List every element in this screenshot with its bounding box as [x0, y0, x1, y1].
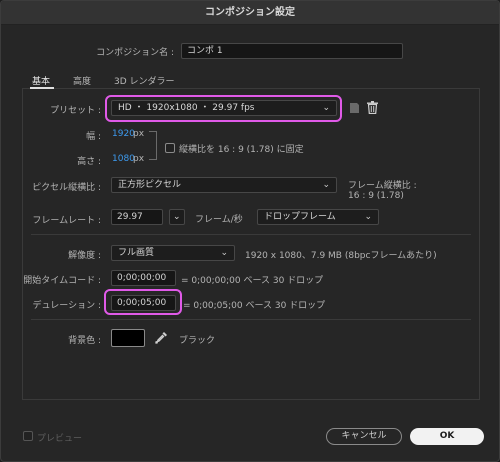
resolution-value: フル画質 [118, 248, 155, 258]
cancel-button[interactable]: キャンセル [326, 428, 402, 445]
resolution-dropdown[interactable]: フル画質 ⌄ [111, 245, 235, 261]
resolution-label: 解像度 : [68, 251, 101, 261]
pixel-aspect-value: 正方形ピクセル [118, 180, 182, 190]
frame-aspect-label: フレーム縦横比 : [348, 181, 417, 191]
pixel-aspect-label: ピクセル縦横比 : [32, 183, 101, 193]
aspect-lock-checkbox[interactable] [165, 143, 175, 153]
aspect-lock-label: 縦横比を 16 : 9 (1.78) に固定 [179, 145, 304, 155]
tab-active-underline [30, 87, 54, 89]
tab-basic[interactable]: 基本 [32, 74, 50, 87]
height-label: 高さ : [77, 157, 101, 167]
background-color-label: 背景色 : [68, 336, 101, 346]
frame-aspect-value: 16 : 9 (1.78) [348, 191, 404, 201]
frame-rate-presets-dropdown[interactable]: ⌄ [169, 209, 185, 225]
preview-label: プレビュー [37, 434, 83, 444]
chevron-down-icon: ⌄ [220, 248, 228, 258]
dialog-title: コンポジション設定 [1, 1, 499, 25]
frame-rate-unit: フレーム/秒 [195, 215, 243, 225]
resolution-info: 1920 x 1080、7.9 MB (8bpcフレームあたり) [245, 251, 437, 261]
ok-button[interactable]: OK [410, 428, 484, 445]
drop-frame-value: ドロップフレーム [264, 212, 336, 222]
frame-rate-label: フレームレート : [32, 216, 101, 226]
start-timecode-label: 開始タイムコード : [23, 276, 101, 286]
width-label: 幅 : [86, 132, 101, 142]
start-timecode-input[interactable]: 0;00;00;00 [111, 270, 176, 286]
chevron-down-icon: ⌄ [364, 212, 372, 222]
chevron-down-icon: ⌄ [322, 180, 330, 190]
comp-name-label: コンポジション名 : [96, 48, 174, 58]
preview-checkbox[interactable] [23, 431, 33, 441]
drop-frame-dropdown[interactable]: ドロップフレーム ⌄ [257, 209, 379, 225]
width-unit: px [133, 129, 145, 139]
section-divider [31, 319, 471, 320]
save-preset-icon[interactable] [349, 102, 360, 117]
composition-settings-dialog: コンポジション設定 コンポジション名 : コンポ 1 基本 高度 3D レンダラ… [0, 0, 500, 462]
background-color-name: ブラック [179, 336, 216, 346]
duration-highlight-ring [104, 289, 182, 315]
width-value[interactable]: 1920 [112, 129, 135, 139]
tab-3d-renderer[interactable]: 3D レンダラー [114, 74, 175, 87]
height-unit: px [133, 154, 145, 164]
section-divider [31, 234, 471, 235]
comp-name-input[interactable]: コンポ 1 [181, 43, 403, 59]
pixel-aspect-dropdown[interactable]: 正方形ピクセル ⌄ [111, 177, 337, 193]
height-value[interactable]: 1080 [112, 154, 135, 164]
dimension-link-bracket [149, 131, 157, 160]
eyedropper-icon[interactable] [155, 331, 168, 347]
duration-label: デュレーション : [32, 301, 101, 311]
delete-preset-icon[interactable] [367, 101, 378, 117]
tab-advanced[interactable]: 高度 [73, 74, 91, 87]
duration-info: = 0;00;05;00 ベース 30 ドロップ [183, 301, 326, 311]
frame-rate-input[interactable]: 29.97 [111, 209, 163, 225]
chevron-down-icon: ⌄ [173, 212, 181, 222]
preset-label: プリセット : [50, 106, 101, 116]
background-color-swatch[interactable] [111, 329, 145, 347]
preset-highlight-ring [105, 95, 342, 122]
start-timecode-info: = 0;00;00;00 ベース 30 ドロップ [181, 276, 324, 286]
